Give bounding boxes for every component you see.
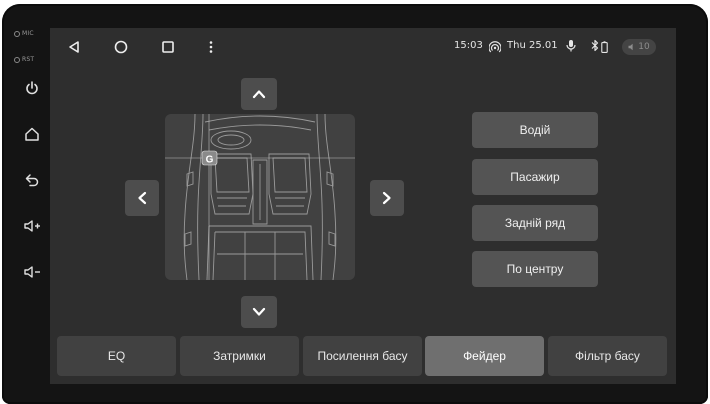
volume-level: 10	[638, 42, 650, 52]
chevron-right-icon	[382, 191, 391, 205]
preset-passenger-button[interactable]: Пасажир	[472, 159, 598, 195]
fader-left-button[interactable]	[125, 180, 159, 216]
status-time: 15:03	[454, 40, 483, 51]
nav-menu-button[interactable]	[202, 38, 220, 56]
speaker-icon	[628, 43, 633, 51]
volume-down-icon	[24, 266, 40, 278]
head-unit-bezel: MIC RST 15:03 Thu 25.01 10 G Водій Пасаж…	[2, 4, 708, 404]
microphone-icon	[565, 39, 577, 57]
tab-fader[interactable]: Фейдер	[425, 336, 544, 376]
nav-back-button[interactable]	[65, 38, 83, 56]
tab-bass-filter[interactable]: Фільтр басу	[548, 336, 667, 376]
system-bar: 15:03 Thu 25.01 10	[50, 28, 676, 66]
fader-up-button[interactable]	[241, 78, 277, 110]
fader-down-button[interactable]	[241, 296, 277, 328]
nav-home-button[interactable]	[112, 38, 130, 56]
back-triangle-icon	[69, 41, 79, 53]
home-icon	[25, 127, 39, 141]
status-date: Thu 25.01	[507, 40, 558, 51]
nav-recents-button[interactable]	[159, 38, 177, 56]
chevron-down-icon	[252, 307, 266, 316]
tab-eq[interactable]: EQ	[57, 336, 176, 376]
mic-label: MIC	[14, 30, 34, 37]
display-screen: 15:03 Thu 25.01 10 G Водій Пасажир Задні…	[50, 28, 676, 384]
preset-center-button[interactable]: По центру	[472, 251, 598, 287]
power-icon	[26, 81, 38, 95]
volume-down-button[interactable]	[20, 260, 44, 284]
tab-bass-boost[interactable]: Посилення басу	[303, 336, 422, 376]
volume-indicator[interactable]: 10	[622, 39, 656, 55]
reset-label-text: RST	[22, 56, 35, 63]
preset-driver-button[interactable]: Водій	[472, 112, 598, 148]
chevron-up-icon	[252, 90, 266, 99]
battery-icon	[601, 40, 608, 58]
preset-rear-row-button[interactable]: Задній ряд	[472, 205, 598, 241]
power-button[interactable]	[20, 76, 44, 100]
chevron-left-icon	[138, 191, 147, 205]
menu-dots-icon	[209, 41, 213, 53]
tab-delays[interactable]: Затримки	[180, 336, 299, 376]
home-circle-icon	[114, 40, 128, 54]
home-hw-button[interactable]	[20, 122, 44, 146]
volume-up-button[interactable]	[20, 214, 44, 238]
mic-label-text: MIC	[22, 30, 34, 37]
fader-right-button[interactable]	[370, 180, 404, 216]
fader-position-marker: G	[206, 155, 214, 166]
car-interior-icon: G	[165, 114, 355, 280]
reset-hole-icon	[14, 56, 20, 63]
back-hw-button[interactable]	[20, 168, 44, 192]
back-icon	[25, 174, 39, 187]
mic-hole-icon	[14, 30, 20, 37]
reset-label[interactable]: RST	[14, 56, 34, 63]
volume-up-icon	[24, 220, 40, 232]
recents-square-icon	[162, 41, 174, 53]
car-fader-map[interactable]: G	[165, 114, 355, 280]
hotspot-icon	[488, 40, 502, 58]
bluetooth-icon	[591, 39, 599, 57]
